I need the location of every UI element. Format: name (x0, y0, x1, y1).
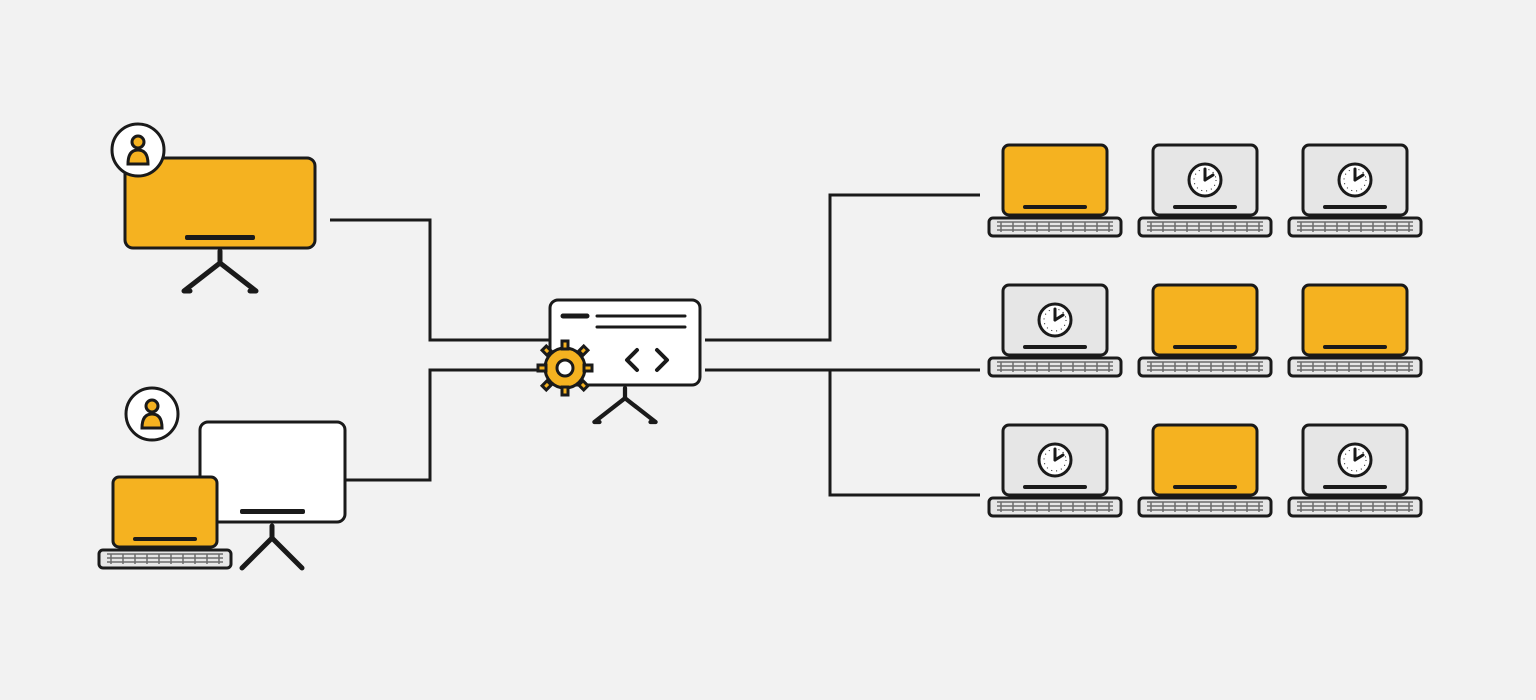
architecture-diagram (0, 0, 1536, 700)
worker-laptop-pending (989, 285, 1121, 376)
user-desktop-node (112, 124, 315, 291)
user-workstation-node (99, 388, 345, 568)
user-icon (126, 388, 178, 440)
worker-laptop-pending (1139, 145, 1271, 236)
gear-icon (538, 341, 592, 395)
worker-laptop-active (1139, 285, 1271, 376)
worker-laptop-active (1139, 425, 1271, 516)
worker-laptop-pending (989, 425, 1121, 516)
worker-laptop-pending (1289, 425, 1421, 516)
worker-laptop-active (989, 145, 1121, 236)
worker-grid (989, 145, 1421, 516)
worker-laptop-pending (1289, 145, 1421, 236)
user-icon (112, 124, 164, 176)
worker-laptop-active (1289, 285, 1421, 376)
api-code-node (538, 300, 700, 422)
